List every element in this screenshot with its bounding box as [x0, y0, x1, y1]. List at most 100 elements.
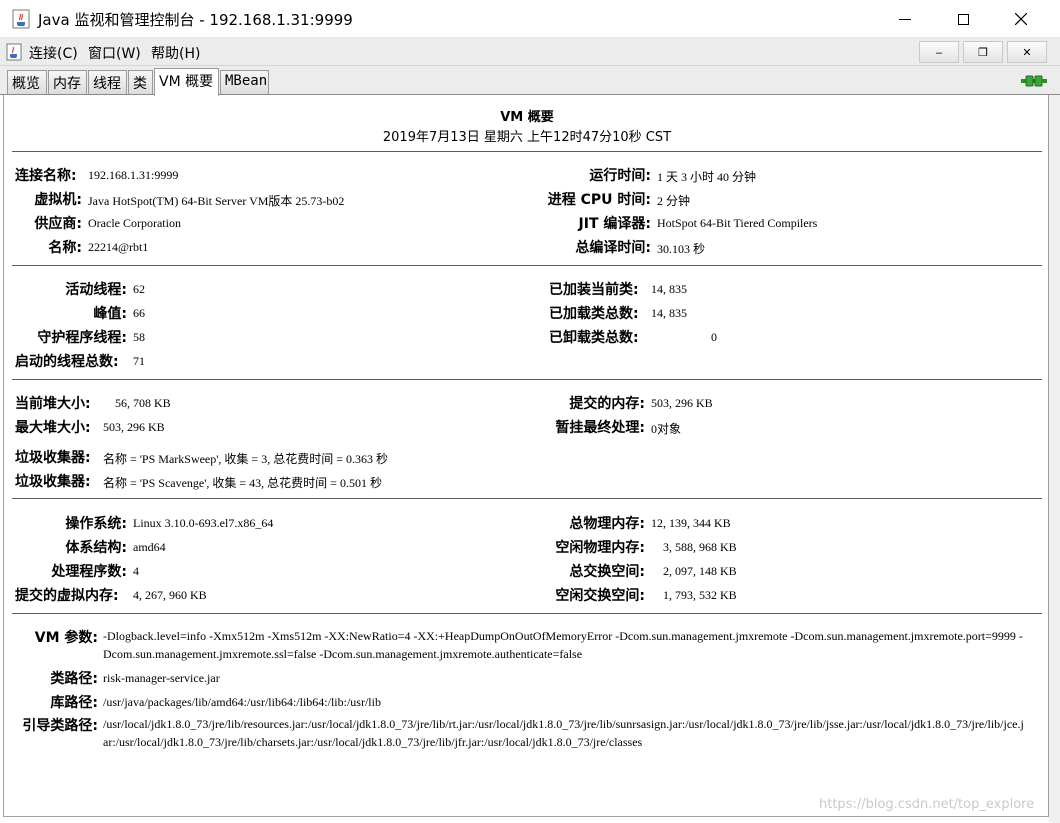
vm-summary-panel: VM 概要 2019年7月13日 星期六 上午12时47分10秒 CST 连接名…	[3, 95, 1049, 817]
process-cpu-label: 进程 CPU 时间:	[547, 192, 651, 208]
class-path-value: risk-manager-service.jar	[103, 671, 220, 685]
window-maximize-button[interactable]	[934, 0, 992, 38]
heap-size-value: 56, 708 KB	[115, 396, 171, 410]
scrollbar-edge	[1049, 95, 1060, 823]
free-swap-value: 1, 793, 532 KB	[663, 588, 737, 602]
committed-memory-label: 提交的内存:	[569, 396, 645, 412]
tab-vm-summary[interactable]: VM 概要	[154, 68, 219, 96]
separator	[12, 265, 1042, 266]
started-threads-label: 启动的线程总数:	[15, 354, 119, 370]
committed-memory-value: 503, 296 KB	[651, 396, 713, 410]
menu-connect[interactable]: 连接(C)	[29, 43, 78, 63]
pending-finalization-value: 0对象	[651, 422, 682, 436]
max-heap-value: 503, 296 KB	[103, 420, 165, 434]
daemon-threads-label: 守护程序线程:	[37, 330, 127, 346]
vm-value: Java HotSpot(TM) 64-Bit Server VM版本 25.7…	[88, 194, 345, 208]
os-value: Linux 3.10.0-693.el7.x86_64	[133, 516, 274, 530]
live-threads-label: 活动线程:	[65, 282, 127, 298]
maximize-icon	[957, 13, 969, 25]
separator	[12, 613, 1042, 614]
vendor-label: 供应商:	[34, 216, 82, 232]
started-threads-value: 71	[133, 354, 145, 368]
internal-close-button[interactable]: ✕	[1007, 41, 1047, 63]
vm-label: 虚拟机:	[34, 192, 82, 208]
menu-help[interactable]: 帮助(H)	[151, 43, 200, 63]
gc-2-label: 垃圾收集器:	[15, 474, 91, 490]
peak-threads-value: 66	[133, 306, 145, 320]
window-title-bar: Java 监视和管理控制台 - 192.168.1.31:9999	[0, 0, 1060, 38]
free-physical-value: 3, 588, 968 KB	[663, 540, 737, 554]
summary-title: VM 概要	[500, 110, 554, 125]
pending-finalization-label: 暂挂最终处理:	[555, 420, 645, 436]
restore-icon: ❐	[978, 45, 988, 59]
tab-classes[interactable]: 类	[128, 70, 153, 94]
separator	[12, 498, 1042, 499]
window-minimize-button[interactable]	[876, 0, 934, 38]
compile-time-value: 30.103 秒	[657, 242, 706, 256]
unloaded-classes-value: 0	[711, 330, 717, 344]
tab-overview[interactable]: 概览	[7, 70, 47, 94]
minimize-icon: ‒	[935, 45, 943, 59]
window-close-button[interactable]	[992, 0, 1050, 38]
total-physical-label: 总物理内存:	[569, 516, 645, 532]
os-label: 操作系统:	[65, 516, 127, 532]
total-physical-value: 12, 139, 344 KB	[651, 516, 731, 530]
watermark: https://blog.csdn.net/top_explore	[819, 797, 1035, 812]
name-label: 名称:	[48, 240, 82, 256]
menu-window[interactable]: 窗口(W)	[88, 43, 141, 63]
total-loaded-label: 已加载类总数:	[549, 306, 639, 322]
gc-2-value: 名称 = 'PS Scavenge', 收集 = 43, 总花费时间 = 0.5…	[103, 476, 382, 490]
total-swap-label: 总交换空间:	[569, 564, 645, 580]
boot-class-path-value: /usr/local/jdk1.8.0_73/jre/lib/resources…	[103, 717, 1024, 749]
unloaded-classes-label: 已卸载类总数:	[549, 330, 639, 346]
boot-class-path-label: 引导类路径:	[22, 718, 98, 734]
processors-label: 处理程序数:	[51, 564, 127, 580]
separator	[12, 379, 1042, 380]
library-path-value: /usr/java/packages/lib/amd64:/usr/lib64:…	[103, 695, 381, 709]
free-physical-label: 空闲物理内存:	[555, 540, 645, 556]
jit-value: HotSpot 64-Bit Tiered Compilers	[657, 216, 818, 230]
peak-threads-label: 峰值:	[93, 306, 127, 322]
internal-restore-button[interactable]: ❐	[963, 41, 1003, 63]
summary-date: 2019年7月13日 星期六 上午12时47分10秒 CST	[382, 130, 672, 145]
minimize-icon	[899, 18, 911, 20]
compile-time-label: 总编译时间:	[575, 240, 651, 256]
close-icon	[1015, 13, 1027, 25]
processors-value: 4	[133, 564, 139, 578]
menu-bar: 连接(C) 窗口(W) 帮助(H) ‒ ❐ ✕	[0, 38, 1060, 66]
tab-strip: 概览 内存 线程 类 VM 概要 MBean	[0, 66, 1060, 96]
java-cup-icon	[12, 9, 30, 29]
max-heap-label: 最大堆大小:	[15, 420, 91, 436]
tab-mbean[interactable]: MBean	[220, 70, 269, 94]
arch-label: 体系结构:	[65, 540, 127, 556]
total-loaded-value: 14, 835	[651, 306, 687, 320]
tab-threads[interactable]: 线程	[88, 70, 127, 94]
vendor-value: Oracle Corporation	[88, 216, 181, 230]
internal-minimize-button[interactable]: ‒	[919, 41, 959, 63]
java-cup-icon	[6, 43, 22, 61]
daemon-threads-value: 58	[133, 330, 145, 344]
close-icon: ✕	[1022, 45, 1032, 59]
loaded-classes-label: 已加装当前类:	[549, 282, 639, 298]
vm-args-label: VM 参数:	[34, 630, 98, 646]
committed-virtual-value: 4, 267, 960 KB	[133, 588, 207, 602]
process-cpu-value: 2 分钟	[657, 194, 691, 208]
separator	[12, 151, 1042, 152]
connection-name-value: 192.168.1.31:9999	[88, 168, 179, 182]
arch-value: amd64	[133, 540, 166, 554]
loaded-classes-value: 14, 835	[651, 282, 687, 296]
heap-size-label: 当前堆大小:	[15, 396, 91, 412]
total-swap-value: 2, 097, 148 KB	[663, 564, 737, 578]
gc-1-value: 名称 = 'PS MarkSweep', 收集 = 3, 总花费时间 = 0.3…	[103, 452, 388, 466]
library-path-label: 库路径:	[50, 695, 98, 711]
free-swap-label: 空闲交换空间:	[555, 588, 645, 604]
name-value: 22214@rbt1	[88, 240, 149, 254]
committed-virtual-label: 提交的虚拟内存:	[15, 588, 119, 604]
uptime-label: 运行时间:	[589, 168, 651, 184]
class-path-label: 类路径:	[50, 671, 98, 687]
tab-memory[interactable]: 内存	[48, 70, 87, 94]
live-threads-value: 62	[133, 282, 145, 296]
uptime-value: 1 天 3 小时 40 分钟	[657, 170, 757, 184]
jit-label: JIT 编译器:	[578, 216, 651, 232]
gc-1-label: 垃圾收集器:	[15, 450, 91, 466]
